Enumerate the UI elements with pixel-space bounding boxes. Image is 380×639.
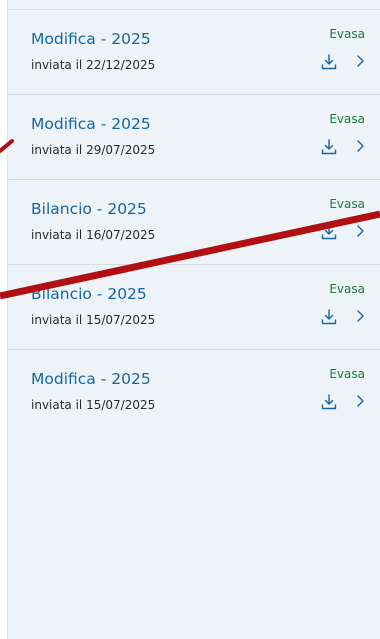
status-badge: Evasa: [329, 112, 365, 126]
request-title: Bilancio - 2025: [31, 200, 147, 218]
download-icon[interactable]: [320, 223, 338, 241]
chevron-right-icon[interactable]: [355, 139, 365, 153]
request-list-item[interactable]: Bilancio - 2025 inviata il 16/07/2025 Ev…: [8, 180, 380, 265]
app-screen: Modifica - 2025 inviata il 22/12/2025 Ev…: [0, 0, 380, 639]
request-title: Modifica - 2025: [31, 370, 151, 388]
panel-top-divider: [8, 0, 380, 10]
status-badge: Evasa: [329, 197, 365, 211]
download-icon[interactable]: [320, 308, 338, 326]
request-list-item[interactable]: Modifica - 2025 inviata il 29/07/2025 Ev…: [8, 95, 380, 180]
chevron-right-icon[interactable]: [355, 394, 365, 408]
status-badge: Evasa: [329, 27, 365, 41]
requests-panel: Modifica - 2025 inviata il 22/12/2025 Ev…: [7, 0, 380, 639]
chevron-right-icon[interactable]: [355, 54, 365, 68]
request-date: inviata il 15/07/2025: [31, 398, 156, 412]
chevron-right-icon[interactable]: [355, 309, 365, 323]
request-title: Modifica - 2025: [31, 115, 151, 133]
status-badge: Evasa: [329, 282, 365, 296]
request-date: inviata il 15/07/2025: [31, 313, 156, 327]
chevron-right-icon[interactable]: [355, 224, 365, 238]
status-badge: Evasa: [329, 367, 365, 381]
request-list-item[interactable]: Bilancio - 2025 inviata il 15/07/2025 Ev…: [8, 265, 380, 350]
download-icon[interactable]: [320, 53, 338, 71]
download-icon[interactable]: [320, 138, 338, 156]
request-date: inviata il 22/12/2025: [31, 58, 156, 72]
request-title: Modifica - 2025: [31, 30, 151, 48]
request-list-item[interactable]: Modifica - 2025 inviata il 15/07/2025 Ev…: [8, 350, 380, 435]
request-date: inviata il 29/07/2025: [31, 143, 156, 157]
download-icon[interactable]: [320, 393, 338, 411]
request-list-item[interactable]: Modifica - 2025 inviata il 22/12/2025 Ev…: [8, 10, 380, 95]
request-title: Bilancio - 2025: [31, 285, 147, 303]
request-date: inviata il 16/07/2025: [31, 228, 156, 242]
